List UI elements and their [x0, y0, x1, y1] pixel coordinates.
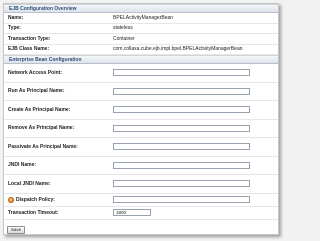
passivate-as-principal-label: Passivate As Principal Name:	[8, 143, 78, 150]
dispatch-policy-input[interactable]	[113, 196, 250, 203]
name-value: BPELActivityManagerBean	[113, 14, 174, 21]
ejb-class-name-label: EJB Class Name:	[8, 46, 50, 53]
create-as-principal-label: Create As Principal Name:	[8, 106, 71, 113]
run-as-principal-row: Run As Principal Name:	[4, 83, 278, 101]
transaction-type-label: Transaction Type:	[8, 35, 51, 42]
enterprise-bean-section: Enterprise Bean Configuration Network Ac…	[4, 55, 278, 220]
remove-as-principal-input[interactable]	[113, 124, 250, 132]
passivate-as-principal-input[interactable]	[113, 143, 250, 151]
network-access-point-label: Network Access Point:	[8, 69, 62, 76]
remove-as-principal-label: Remove As Principal Name:	[8, 125, 75, 132]
overview-row-name: Name: BPELActivityManagerBean	[4, 13, 278, 24]
ejb-overview-title: EJB Configuration Overview	[4, 4, 278, 13]
dispatch-policy-icon	[8, 196, 14, 203]
save-button[interactable]: Save	[7, 226, 25, 234]
overview-row-transaction-type: Transaction Type: Container	[4, 34, 278, 45]
transaction-timeout-row: Transaction Timeout:	[4, 207, 278, 220]
network-access-point-row: Network Access Point:	[4, 64, 278, 83]
ejb-overview-section: EJB Configuration Overview Name: BPELAct…	[4, 4, 278, 55]
type-label: Type:	[8, 25, 21, 32]
run-as-principal-label: Run As Principal Name:	[8, 88, 65, 95]
ejb-configuration-panel: EJB Configuration Overview Name: BPELAct…	[3, 3, 279, 235]
create-as-principal-input[interactable]	[113, 106, 250, 114]
dispatch-policy-label-group: Dispatch Policy:	[8, 196, 113, 203]
transaction-timeout-input[interactable]	[113, 209, 151, 216]
enterprise-bean-title: Enterprise Bean Configuration	[4, 55, 278, 64]
overview-row-ejb-class-name: EJB Class Name: com.collaxa.cube.ejb.imp…	[4, 45, 278, 55]
jndi-name-label: JNDI Name:	[8, 162, 37, 169]
transaction-type-value: Container	[113, 35, 135, 42]
network-access-point-input[interactable]	[113, 69, 250, 77]
ejb-class-name-value: com.collaxa.cube.ejb.impl.bpel.BPELActiv…	[113, 46, 243, 53]
passivate-as-principal-row: Passivate As Principal Name:	[4, 138, 278, 157]
run-as-principal-input[interactable]	[113, 87, 250, 95]
jndi-name-row: JNDI Name:	[4, 157, 278, 175]
overview-row-type: Type: stateless	[4, 24, 278, 34]
dispatch-policy-row: Dispatch Policy:	[4, 194, 278, 207]
dispatch-policy-label: Dispatch Policy:	[16, 196, 55, 203]
name-label: Name:	[8, 14, 24, 21]
type-value: stateless	[113, 25, 133, 32]
local-jndi-name-input[interactable]	[113, 180, 250, 188]
transaction-timeout-label: Transaction Timeout:	[8, 209, 59, 216]
remove-as-principal-row: Remove As Principal Name:	[4, 120, 278, 138]
local-jndi-name-row: Local JNDI Name:	[4, 175, 278, 194]
create-as-principal-row: Create As Principal Name:	[4, 101, 278, 120]
local-jndi-name-label: Local JNDI Name:	[8, 180, 51, 187]
jndi-name-input[interactable]	[113, 161, 250, 169]
